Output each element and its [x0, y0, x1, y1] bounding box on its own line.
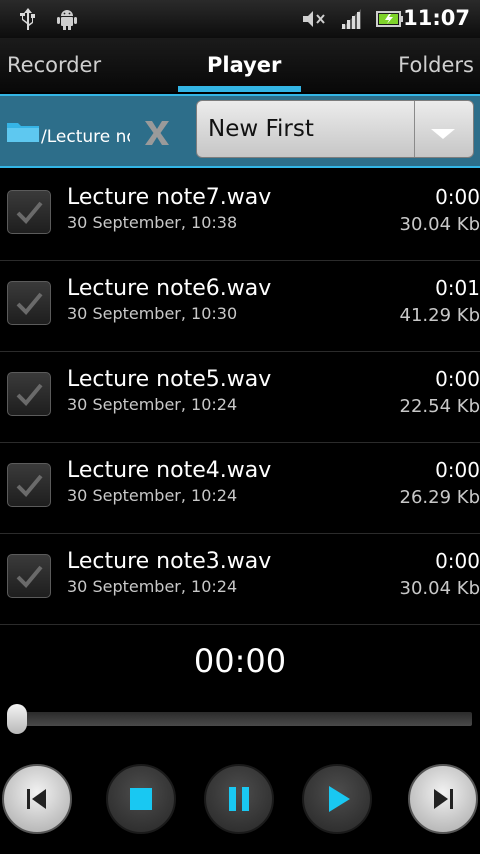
- list-item[interactable]: Lecture note7.wav 30 September, 10:38 0:…: [0, 170, 480, 261]
- file-size: 22.54 Kb: [399, 396, 480, 417]
- pause-icon: [229, 787, 249, 811]
- file-name: Lecture note4.wav: [67, 458, 272, 483]
- playback-time: 00:00: [193, 642, 287, 680]
- file-size: 41.29 Kb: [399, 305, 480, 326]
- x-icon[interactable]: [142, 119, 172, 151]
- file-size: 26.29 Kb: [399, 487, 480, 508]
- list-item[interactable]: Lecture note5.wav 30 September, 10:24 0:…: [0, 352, 480, 443]
- checkmark-icon: [16, 383, 43, 406]
- status-time: 11:07: [403, 6, 470, 30]
- file-date: 30 September, 10:24: [67, 395, 238, 414]
- active-tab-indicator: [178, 86, 301, 92]
- next-icon: [434, 789, 453, 809]
- stop-button[interactable]: [106, 764, 176, 834]
- previous-icon: [27, 789, 46, 809]
- sort-order-dropdown[interactable]: New First: [196, 100, 474, 158]
- file-duration: 0:00: [435, 458, 480, 482]
- checkmark-icon: [16, 565, 43, 588]
- file-duration: 0:00: [435, 367, 480, 391]
- file-name: Lecture note5.wav: [67, 367, 272, 392]
- item-checkbox[interactable]: [7, 463, 51, 507]
- file-date: 30 September, 10:24: [67, 486, 238, 505]
- file-name: Lecture note3.wav: [67, 549, 272, 574]
- previous-button[interactable]: [2, 764, 72, 834]
- usb-icon: [18, 7, 38, 35]
- tab-player[interactable]: Player: [207, 53, 281, 77]
- file-duration: 0:00: [435, 185, 480, 209]
- sort-order-value: New First: [208, 116, 314, 142]
- pause-button[interactable]: [204, 764, 274, 834]
- dropdown-divider: [414, 101, 415, 157]
- next-button[interactable]: [408, 764, 478, 834]
- file-date: 30 September, 10:30: [67, 304, 238, 323]
- item-checkbox[interactable]: [7, 281, 51, 325]
- item-checkbox[interactable]: [7, 554, 51, 598]
- file-date: 30 September, 10:24: [67, 577, 238, 596]
- file-name: Lecture note7.wav: [67, 185, 272, 210]
- list-item[interactable]: Lecture note4.wav 30 September, 10:24 0:…: [0, 443, 480, 534]
- checkmark-icon: [16, 201, 43, 224]
- play-icon: [329, 786, 350, 812]
- battery-charging-icon: [376, 7, 404, 35]
- file-date: 30 September, 10:38: [67, 213, 238, 232]
- seek-thumb[interactable]: [7, 704, 27, 734]
- file-name: Lecture note6.wav: [67, 276, 272, 301]
- file-size: 30.04 Kb: [399, 214, 480, 235]
- list-item[interactable]: Lecture note6.wav 30 September, 10:30 0:…: [0, 261, 480, 352]
- checkmark-icon: [16, 292, 43, 315]
- folder-icon: [6, 120, 40, 148]
- mute-icon: [301, 7, 327, 35]
- stop-icon: [130, 788, 152, 810]
- seek-bar[interactable]: [8, 712, 472, 726]
- file-size: 30.04 Kb: [399, 578, 480, 599]
- signal-icon: [339, 7, 363, 35]
- file-duration: 0:00: [435, 549, 480, 573]
- chevron-down-icon: [430, 125, 456, 144]
- status-bar: 11:07: [0, 0, 480, 38]
- play-button[interactable]: [302, 764, 372, 834]
- path-label: /Lecture no: [41, 127, 130, 147]
- tab-recorder[interactable]: Recorder: [7, 53, 101, 77]
- item-checkbox[interactable]: [7, 372, 51, 416]
- list-item[interactable]: Lecture note3.wav 30 September, 10:24 0:…: [0, 534, 480, 625]
- item-checkbox[interactable]: [7, 190, 51, 234]
- file-duration: 0:01: [435, 276, 480, 300]
- checkmark-icon: [16, 474, 43, 497]
- tab-folders[interactable]: Folders: [398, 53, 474, 77]
- tab-bar: Recorder Player Folders: [0, 38, 480, 92]
- android-debug-icon: [56, 7, 78, 35]
